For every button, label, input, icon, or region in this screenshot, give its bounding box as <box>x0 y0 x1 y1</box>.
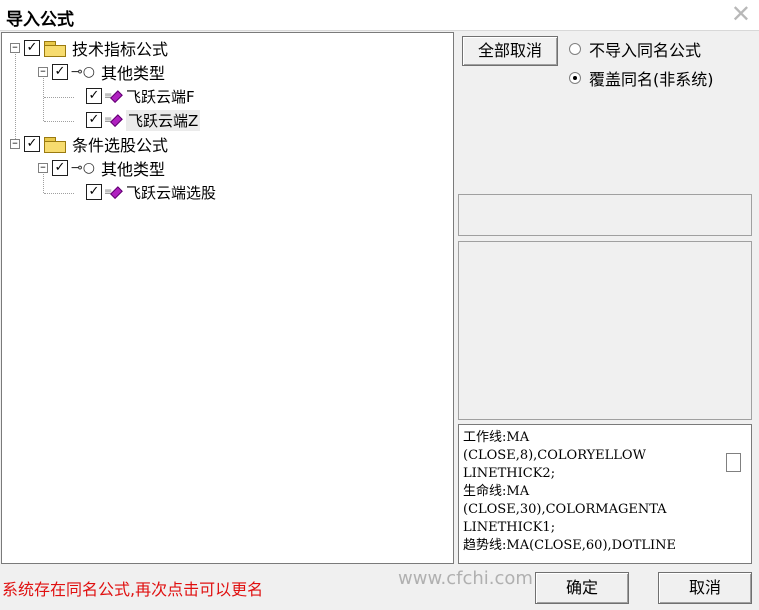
radio-label: 覆盖同名(非系统) <box>589 70 714 89</box>
radio-overwrite-duplicates[interactable]: 覆盖同名(非系统) <box>569 66 714 90</box>
tree-node-label: 飞跃云端选股 <box>126 183 217 202</box>
code-line: 生命线:MA <box>463 484 530 499</box>
folder-icon <box>44 136 66 153</box>
collapse-icon[interactable]: − <box>10 139 20 149</box>
code-line: 趋势线:MA(CLOSE,60),DOTLINE <box>463 538 677 553</box>
tree-node-other-types[interactable]: − ✓ ⊸○ 其他类型 <box>38 61 165 83</box>
checkbox-checked-icon[interactable]: ✓ <box>52 64 68 80</box>
window-title: 导入公式 <box>6 10 74 30</box>
code-line: LINETHICK1; <box>463 520 556 535</box>
checkbox-checked-icon[interactable]: ✓ <box>86 88 102 104</box>
scrollbar-stub[interactable] <box>726 453 741 472</box>
tree-node-stock-selection[interactable]: − ✓ 条件选股公式 <box>10 133 168 155</box>
formula-icon: ≡ <box>104 89 123 103</box>
tree-node-other-types[interactable]: − ✓ ⊸○ 其他类型 <box>38 157 165 179</box>
title-bar: 导入公式 ✕ <box>0 0 759 31</box>
status-message: 系统存在同名公式,再次点击可以更名 <box>2 580 264 599</box>
code-line: LINETHICK2; <box>463 466 556 481</box>
checkbox-checked-icon[interactable]: ✓ <box>86 184 102 200</box>
tree-node-label: 其他类型 <box>100 64 165 83</box>
tree-line <box>44 97 74 98</box>
formula-icon: ≡ <box>104 113 123 127</box>
key-icon: ⊸○ <box>71 160 95 176</box>
close-icon[interactable]: ✕ <box>731 1 751 27</box>
ok-button[interactable]: 确定 <box>535 572 629 604</box>
code-line: 工作线:MA <box>463 430 530 445</box>
formula-icon: ≡ <box>104 185 123 199</box>
checkbox-checked-icon[interactable]: ✓ <box>24 40 40 56</box>
tree-node-tech-indicators[interactable]: − ✓ 技术指标公式 <box>10 37 168 59</box>
radio-skip-duplicates[interactable]: 不导入同名公式 <box>569 37 701 61</box>
collapse-icon[interactable]: − <box>38 163 48 173</box>
tree-line <box>44 193 74 194</box>
tree-node-formula[interactable]: ✓ ≡ 飞跃云端F <box>82 85 195 107</box>
collapse-icon[interactable]: − <box>38 67 48 77</box>
tree-line <box>15 49 16 145</box>
collapse-icon[interactable]: − <box>10 43 20 53</box>
tree-node-label: 飞跃云端Z <box>126 109 201 131</box>
radio-label: 不导入同名公式 <box>589 41 702 60</box>
code-line: (CLOSE,8),COLORYELLOW <box>463 448 646 463</box>
tree-line <box>44 121 74 122</box>
formula-code-panel[interactable]: 工作线:MA (CLOSE,8),COLORYELLOW LINETHICK2;… <box>458 424 752 564</box>
tree-node-label: 其他类型 <box>100 160 165 179</box>
tree-node-label: 条件选股公式 <box>72 136 169 155</box>
info-field <box>458 194 752 236</box>
tree-node-formula-selected[interactable]: ✓ ≡ 飞跃云端Z <box>82 109 201 131</box>
radio-selected-icon[interactable] <box>569 72 581 84</box>
watermark: www.cfchi.com <box>398 568 533 589</box>
tree-node-formula[interactable]: ✓ ≡ 飞跃云端选股 <box>82 181 216 203</box>
checkbox-checked-icon[interactable]: ✓ <box>24 136 40 152</box>
key-icon: ⊸○ <box>71 64 95 80</box>
tree-node-label: 飞跃云端F <box>126 87 195 106</box>
folder-icon <box>44 40 66 57</box>
description-panel <box>458 241 752 420</box>
cancel-all-button[interactable]: 全部取消 <box>462 36 558 66</box>
code-line: (CLOSE,30),COLORMAGENTA <box>463 502 667 517</box>
tree-node-label: 技术指标公式 <box>72 40 169 59</box>
cancel-button[interactable]: 取消 <box>658 572 752 604</box>
formula-tree[interactable]: − ✓ 技术指标公式 − ✓ ⊸○ 其他类型 ✓ ≡ 飞跃云端F ✓ ≡ 飞跃云… <box>1 32 454 564</box>
checkbox-checked-icon[interactable]: ✓ <box>86 112 102 128</box>
checkbox-checked-icon[interactable]: ✓ <box>52 160 68 176</box>
radio-unselected-icon[interactable] <box>569 43 581 55</box>
